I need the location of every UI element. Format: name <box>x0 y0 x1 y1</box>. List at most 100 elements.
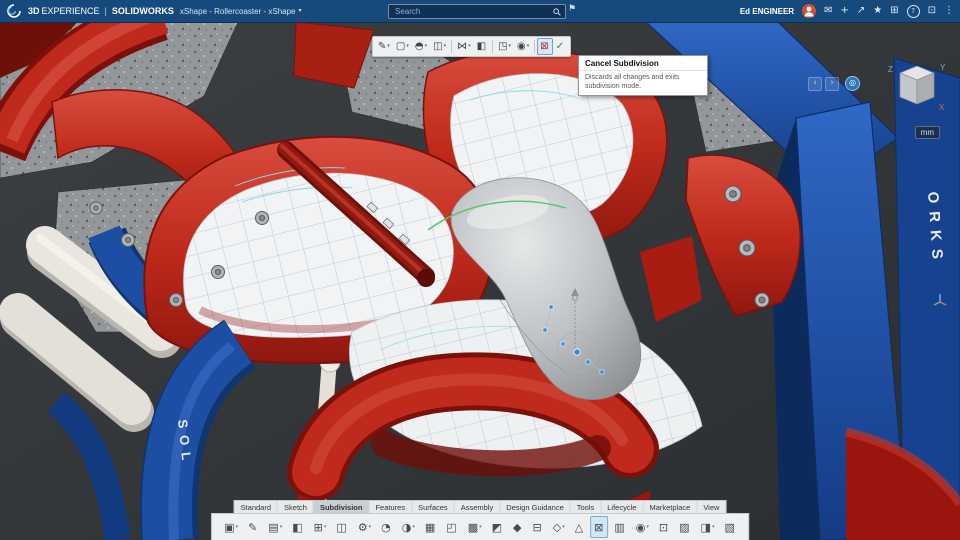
grid-tool-icon[interactable]: ▥ <box>610 516 629 538</box>
add-icon[interactable]: + <box>840 6 848 16</box>
viewport-3d[interactable]: ORKS SOL <box>0 22 960 540</box>
tool-icon: ⊟ <box>532 520 542 534</box>
tool-icon: ✓ <box>555 40 565 52</box>
next-view-button[interactable]: › <box>825 76 839 91</box>
tool-icon: ◇ <box>552 520 562 534</box>
view-navigation: ‹ › ◎ <box>808 76 860 91</box>
search-icon[interactable] <box>553 7 561 16</box>
chevron-down-icon[interactable]: ▾ <box>562 524 565 530</box>
triangle-tool-icon[interactable]: △ <box>571 516 588 538</box>
chevron-down-icon[interactable]: ▾ <box>406 44 409 49</box>
material-tool-icon[interactable]: ◩ <box>488 516 507 538</box>
favorites-icon[interactable]: ★ <box>873 6 882 16</box>
tool-icon: ◧ <box>292 520 303 534</box>
user-name[interactable]: Ed ENGINEER <box>740 7 794 16</box>
view-cube[interactable]: Z Y X <box>882 58 952 125</box>
tool-icon: ◉ <box>635 520 646 534</box>
freestyle-button[interactable]: ✎ ▾ <box>375 38 393 55</box>
chevron-down-icon[interactable]: ▾ <box>387 44 390 49</box>
revolve-tool-icon[interactable]: ◧ <box>288 516 307 538</box>
top-app-bar: 3D EXPERIENCE | SOLIDWORKS xShape - Rolle… <box>0 0 960 23</box>
subdivision-tool-icon[interactable]: ⊠ <box>590 516 609 538</box>
mirror-button[interactable]: ◧ <box>474 38 490 55</box>
axis-y-label: Y <box>940 63 946 72</box>
orientation-triad-icon[interactable] <box>932 292 948 313</box>
help-icon[interactable]: ? <box>906 4 920 18</box>
chevron-down-icon[interactable]: ▾ <box>369 524 372 530</box>
breadcrumb-label: xShape - Rollercoaster - xShape <box>179 6 296 16</box>
chevron-down-icon[interactable]: ▾ <box>646 524 649 530</box>
sketch-tool-icon[interactable]: ✎ <box>244 516 262 538</box>
chevron-down-icon[interactable]: ▾ <box>236 524 239 530</box>
frame-tool-icon[interactable]: ◰ <box>442 516 461 538</box>
tool-icon: ⊠ <box>540 40 549 52</box>
chevron-down-icon[interactable]: ▾ <box>509 44 512 49</box>
cancel-subdivision-button[interactable]: ⊠ <box>537 38 553 55</box>
tool-icon: ✎ <box>248 520 258 534</box>
chevron-down-icon[interactable]: ▾ <box>468 44 471 49</box>
tool-icon: ⚙ <box>357 520 368 534</box>
chevron-down-icon[interactable]: ▾ <box>425 44 428 49</box>
box-select-tool-icon[interactable]: ⊡ <box>655 516 673 538</box>
chevron-down-icon[interactable]: ▾ <box>444 44 447 49</box>
viewport[interactable]: ORKS SOL ✎ ▾ ▢ ▾ ◓ ▾ ◫ ▾ ⋈ ▾ ◧ ◳ ▾ ◉ ▾ ⊠… <box>0 22 960 540</box>
brand-3d: 3D <box>28 6 40 16</box>
confirm-subdivision-button[interactable]: ✓ <box>553 38 568 55</box>
section-tool-icon[interactable]: ◑ ▾ <box>398 516 419 538</box>
mate-tool-icon[interactable]: ◆ <box>509 516 526 538</box>
share-icon[interactable]: ✉ <box>824 6 832 16</box>
spline-tool-icon[interactable]: ◇ ▾ <box>549 516 569 538</box>
3ds-logo[interactable] <box>6 4 22 18</box>
hatch-tool-icon[interactable]: ▨ <box>675 516 694 538</box>
unit-selector[interactable]: mm <box>914 126 940 139</box>
appearance-tool-icon[interactable]: ▩ ▾ <box>464 516 486 538</box>
previous-view-button[interactable]: ‹ <box>808 76 822 91</box>
chevron-down-icon[interactable]: ▾ <box>527 44 530 49</box>
search-input[interactable] <box>393 6 553 17</box>
chevron-down-icon[interactable]: ▾ <box>299 8 302 14</box>
tool-icon: ✎ <box>378 40 387 52</box>
pattern-tool-icon[interactable]: ⊞ ▾ <box>310 516 331 538</box>
widget-icon[interactable]: ⊡ <box>928 6 936 16</box>
display-mode-button[interactable]: ◳ ▾ <box>495 38 514 55</box>
visibility-tool-icon[interactable]: ◉ ▾ <box>632 516 653 538</box>
assistant-badge[interactable]: ◎ <box>845 76 860 91</box>
tool-icon: ◫ <box>336 520 347 534</box>
symmetry-button[interactable]: ⋈ ▾ <box>454 38 474 55</box>
brand-divider: | <box>104 6 107 16</box>
extrude-tool-icon[interactable]: ▤ ▾ <box>264 516 286 538</box>
select-tool-icon[interactable]: ▣ ▾ <box>220 516 242 538</box>
chevron-down-icon[interactable]: ▾ <box>412 524 415 530</box>
tool-icon: ◩ <box>491 520 503 534</box>
avatar[interactable] <box>802 4 817 18</box>
open-share-icon[interactable]: ↗ <box>857 6 865 16</box>
apps-grid-icon[interactable]: ⊞ <box>890 6 898 16</box>
mirror-tool-icon[interactable]: ◫ <box>332 516 351 538</box>
mesh-tool-icon[interactable]: ▦ <box>421 516 440 538</box>
primitive-cylinder-button[interactable]: ◫ ▾ <box>430 38 449 55</box>
primitive-sphere-button[interactable]: ◓ ▾ <box>412 38 430 55</box>
tag-icon[interactable]: ⚑ <box>568 5 576 14</box>
visibility-button[interactable]: ◉ ▾ <box>514 38 532 55</box>
action-bar-tools: ▣ ▾ ✎ ▤ ▾ ◧ ⊞ ▾ ◫ ⚙ ▾ ◔ ◑ ▾ ▦ ◰ ▩ ▾ ◩ ◆ ⊟ <box>211 513 749 540</box>
axis-x-label: X <box>939 103 945 112</box>
tool-icon: ▧ <box>724 520 735 534</box>
chevron-down-icon[interactable]: ▾ <box>280 524 283 530</box>
chevron-down-icon[interactable]: ▾ <box>712 524 715 530</box>
shell-tool-icon[interactable]: ◨ ▾ <box>697 516 719 538</box>
measure-tool-icon[interactable]: ◔ <box>377 516 396 538</box>
tool-icon: ◆ <box>513 520 522 534</box>
surface-tool-icon[interactable]: ▧ <box>720 516 739 538</box>
more-options-icon[interactable]: ⋮ <box>944 6 954 16</box>
primitive-box-button[interactable]: ▢ ▾ <box>393 38 412 55</box>
tool-icon: ◑ <box>401 520 412 534</box>
brand-experience: EXPERIENCE <box>41 6 100 16</box>
boolean-tool-icon[interactable]: ⊟ <box>528 516 546 538</box>
chevron-down-icon[interactable]: ▾ <box>324 524 327 530</box>
tool-icon: ◰ <box>446 520 457 534</box>
chevron-down-icon[interactable]: ▾ <box>479 524 482 530</box>
topbar-right-cluster: Ed ENGINEER ✉ + ↗ ★ ⊞? ⊡ ⋮ <box>740 4 954 18</box>
breadcrumb[interactable]: xShape - Rollercoaster - xShape ▾ <box>180 7 302 16</box>
search-box[interactable] <box>388 4 566 19</box>
settings-tool-icon[interactable]: ⚙ ▾ <box>354 516 375 538</box>
